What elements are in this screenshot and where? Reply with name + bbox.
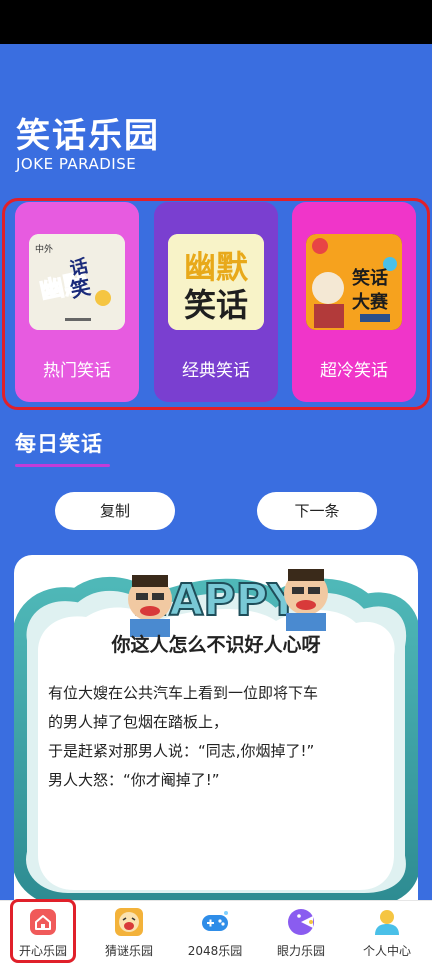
category-label-classic: 经典笑话 (182, 361, 250, 381)
joke-title: 你这人怎么不识好人心呀 (111, 634, 321, 656)
tab-riddle[interactable]: 猜谜乐园 (86, 901, 172, 964)
active-tab-highlight-frame (10, 899, 76, 963)
gamepad-icon (200, 907, 230, 937)
joke-card: HAPPY 你这人怎么不识好人心呀 有位大嫂在公共汽车上看到一位即将下车 的男人… (14, 555, 418, 900)
cartoon-character-right (284, 569, 328, 631)
next-joke-button[interactable]: 下一条 (257, 492, 377, 530)
hot-jokes-cover-image: 中外 幽默 话 笑 (29, 234, 125, 330)
app-title: 笑话乐园 (16, 116, 160, 156)
joke-line: 男人大怒：“你才阉掉了!” (48, 771, 220, 789)
svg-text:大赛: 大赛 (352, 291, 389, 313)
category-card-cold[interactable]: 笑话 大赛 超冷笑话 (292, 202, 416, 402)
joke-line: 有位大嫂在公共汽车上看到一位即将下车 (48, 684, 319, 702)
tab-2048[interactable]: 2048乐园 (172, 901, 258, 964)
classic-jokes-cover-image: 幽默 笑话 (168, 234, 264, 330)
section-underline (15, 464, 110, 467)
joke-body: 有位大嫂在公共汽车上看到一位即将下车 的男人掉了包烟在踏板上， 于是赶紧对那男人… (48, 679, 398, 795)
cartoon-character-left (128, 575, 172, 637)
laughing-face-icon (114, 907, 144, 937)
app-subtitle: JOKE PARADISE (16, 155, 137, 173)
pacman-icon (286, 907, 316, 937)
joke-line: 于是赶紧对那男人说：“同志,你烟掉了!” (48, 742, 315, 760)
category-card-hot[interactable]: 中外 幽默 话 笑 热门笑话 (15, 202, 139, 402)
tab-label-riddle: 猜谜乐园 (104, 944, 153, 958)
tab-label-eye: 眼力乐园 (276, 944, 325, 958)
section-title-daily: 每日笑话 (15, 432, 103, 456)
hot-cover-small-text: 中外 (35, 243, 53, 255)
category-label-hot: 热门笑话 (43, 361, 111, 381)
svg-text:笑话: 笑话 (184, 286, 248, 324)
category-card-classic[interactable]: 幽默 笑话 经典笑话 (154, 202, 278, 402)
svg-text:幽默: 幽默 (184, 248, 249, 286)
joke-line: 的男人掉了包烟在踏板上， (48, 713, 229, 731)
tab-eye[interactable]: 眼力乐园 (258, 901, 344, 964)
tab-label-2048: 2048乐园 (187, 944, 243, 958)
tab-label-me: 个人中心 (362, 944, 411, 958)
svg-text:笑话: 笑话 (352, 267, 388, 289)
cold-jokes-cover-image: 笑话 大赛 (306, 234, 402, 330)
copy-button[interactable]: 复制 (55, 492, 175, 530)
status-bar (0, 0, 432, 44)
user-icon (372, 907, 402, 937)
tab-me[interactable]: 个人中心 (344, 901, 430, 964)
category-label-cold: 超冷笑话 (320, 361, 388, 381)
